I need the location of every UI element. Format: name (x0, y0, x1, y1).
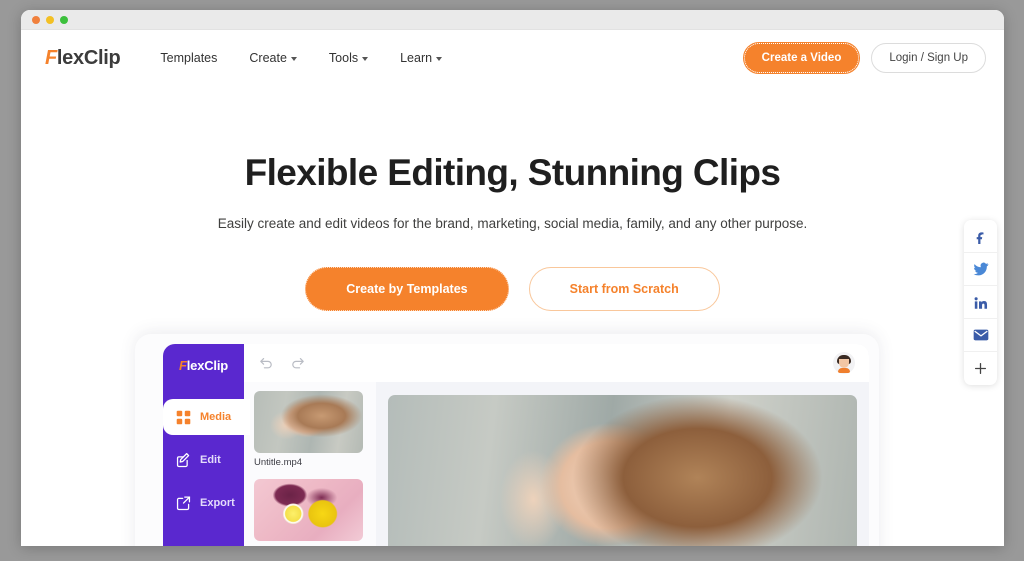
login-signup-button[interactable]: Login / Sign Up (871, 43, 986, 73)
site-logo[interactable]: FlexClip (45, 46, 121, 70)
sidebar-item-media[interactable]: Media (163, 399, 250, 435)
chevron-down-icon (362, 57, 369, 61)
editor-main: Untitle.mp4 Untitle.jpg (244, 344, 869, 546)
sidebar-item-label: Export (200, 497, 235, 509)
media-item-label: Untitle.mp4 (254, 457, 303, 468)
preview-photo (388, 395, 857, 546)
media-item[interactable]: Untitle.jpg (254, 479, 366, 546)
undo-icon[interactable] (258, 355, 274, 371)
user-avatar[interactable] (833, 352, 855, 374)
page-title: Flexible Editing, Stunning Clips (244, 152, 781, 193)
window-close-button[interactable] (32, 15, 40, 24)
nav-item-tools[interactable]: Tools (328, 51, 369, 65)
nav-item-create[interactable]: Create (249, 51, 297, 65)
nav-label: Tools (328, 51, 359, 65)
grid-icon (175, 409, 192, 426)
sidebar-item-label: Edit (200, 454, 221, 466)
header-actions: Create a Video Login / Sign Up (742, 42, 986, 74)
avatar-face (839, 359, 849, 368)
preview-area (376, 382, 869, 546)
create-a-video-button[interactable]: Create a Video (742, 42, 861, 74)
page-content: FlexClip Templates Create Tools Learn Cr… (21, 30, 1004, 546)
media-thumbnail-image (254, 479, 363, 541)
hero-subtitle: Easily create and edit videos for the br… (217, 216, 808, 231)
logo-f-mark: F (45, 46, 57, 69)
media-item[interactable]: Untitle.mp4 (254, 391, 366, 468)
media-item-label: Untitle.jpg (254, 545, 366, 546)
video-preview-canvas[interactable] (388, 395, 857, 546)
export-arrow-icon (175, 495, 192, 512)
editor-mockup: FlexClip Media Edit Export Untitle.mp4 (135, 334, 879, 546)
thumbnail-photo (254, 479, 363, 541)
editor-logo: FlexClip (163, 358, 244, 373)
chevron-down-icon (290, 57, 297, 61)
share-twitter-button[interactable] (964, 253, 997, 286)
media-thumbnail-video (254, 391, 363, 453)
chevron-down-icon (436, 57, 443, 61)
hero-cta-row: Create by Templates Start from Scratch (21, 267, 1004, 311)
editor-sidebar: FlexClip Media Edit Export (163, 344, 250, 546)
site-header: FlexClip Templates Create Tools Learn Cr… (21, 30, 1004, 86)
window-minimize-button[interactable] (46, 15, 54, 24)
nav-item-templates[interactable]: Templates (160, 51, 217, 65)
sidebar-item-label: Media (200, 411, 232, 423)
share-linkedin-button[interactable] (964, 286, 997, 319)
editor-toolbar (244, 344, 869, 382)
sidebar-item-export[interactable]: Export (163, 485, 244, 521)
share-email-button[interactable] (964, 319, 997, 352)
thumbnail-photo (254, 391, 363, 453)
redo-icon[interactable] (290, 355, 306, 371)
main-navigation: Templates Create Tools Learn (160, 51, 443, 65)
linkedin-icon (973, 295, 988, 310)
browser-chrome-bar (21, 10, 1004, 30)
logo-f-mark: F (179, 358, 187, 373)
social-share-rail (964, 220, 997, 385)
nav-label: Create (249, 51, 287, 65)
email-icon (973, 328, 989, 342)
nav-item-learn[interactable]: Learn (400, 51, 443, 65)
twitter-icon (973, 261, 989, 277)
logo-wordmark: lexClip (186, 358, 228, 373)
share-facebook-button[interactable] (964, 220, 997, 253)
media-library-panel: Untitle.mp4 Untitle.jpg (244, 382, 376, 546)
logo-wordmark: lexClip (56, 46, 121, 69)
start-from-scratch-button[interactable]: Start from Scratch (528, 267, 720, 311)
create-by-templates-button[interactable]: Create by Templates (305, 267, 509, 311)
facebook-icon (973, 229, 988, 244)
plus-icon (974, 362, 987, 375)
sidebar-item-edit[interactable]: Edit (163, 442, 244, 478)
nav-label: Templates (160, 51, 218, 65)
avatar-collar (838, 368, 850, 373)
browser-window: FlexClip Templates Create Tools Learn Cr… (21, 10, 1004, 546)
nav-label: Learn (400, 51, 433, 65)
editor-window: FlexClip Media Edit Export Untitle.mp4 (163, 344, 869, 546)
window-maximize-button[interactable] (60, 15, 68, 24)
pencil-square-icon (175, 452, 192, 469)
share-more-button[interactable] (964, 352, 997, 385)
editor-body: Untitle.mp4 Untitle.jpg (244, 382, 869, 546)
hero-section: Flexible Editing, Stunning Clips Easily … (21, 86, 1004, 311)
